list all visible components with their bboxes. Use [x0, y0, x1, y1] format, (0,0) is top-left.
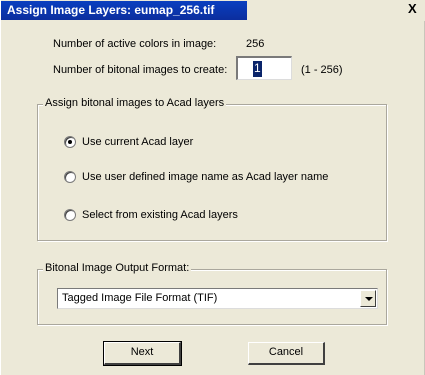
- window-title: Assign Image Layers: eumap_256.tif: [7, 3, 215, 17]
- cancel-button[interactable]: Cancel: [248, 342, 325, 365]
- dropdown-button[interactable]: [360, 290, 376, 307]
- output-format-value: Tagged Image File Format (TIF): [62, 292, 218, 304]
- title-bar[interactable]: Assign Image Layers: eumap_256.tif X: [1, 0, 425, 21]
- radio-use-current-layer[interactable]: [64, 136, 76, 148]
- assign-layers-legend: Assign bitonal images to Acad layers: [43, 97, 227, 109]
- active-colors-value: 256: [246, 38, 265, 50]
- bitonal-count-input[interactable]: 1: [236, 56, 292, 80]
- chevron-down-icon: [365, 297, 373, 301]
- assign-image-layers-dialog: Assign Image Layers: eumap_256.tif X Num…: [0, 0, 425, 375]
- next-button[interactable]: Next: [103, 341, 182, 366]
- option-select-existing-layers-label[interactable]: Select from existing Acad layers: [82, 209, 238, 221]
- radio-selected-dot: [68, 140, 72, 144]
- option-use-current-layer-label[interactable]: Use current Acad layer: [82, 136, 193, 148]
- bitonal-count-range: (1 - 256): [301, 64, 343, 76]
- close-icon[interactable]: X: [408, 1, 417, 16]
- radio-user-defined-name[interactable]: [64, 171, 76, 183]
- bitonal-count-value: 1: [253, 61, 262, 77]
- option-user-defined-name-label[interactable]: Use user defined image name as Acad laye…: [82, 171, 328, 183]
- active-colors-label: Number of active colors in image:: [53, 38, 217, 50]
- output-format-legend: Bitonal Image Output Format:: [43, 262, 192, 274]
- output-format-select[interactable]: Tagged Image File Format (TIF): [57, 288, 378, 309]
- dialog-content: Number of active colors in image: 256 Nu…: [1, 21, 425, 375]
- radio-select-existing-layers[interactable]: [64, 209, 76, 221]
- bitonal-count-label: Number of bitonal images to create:: [53, 64, 228, 76]
